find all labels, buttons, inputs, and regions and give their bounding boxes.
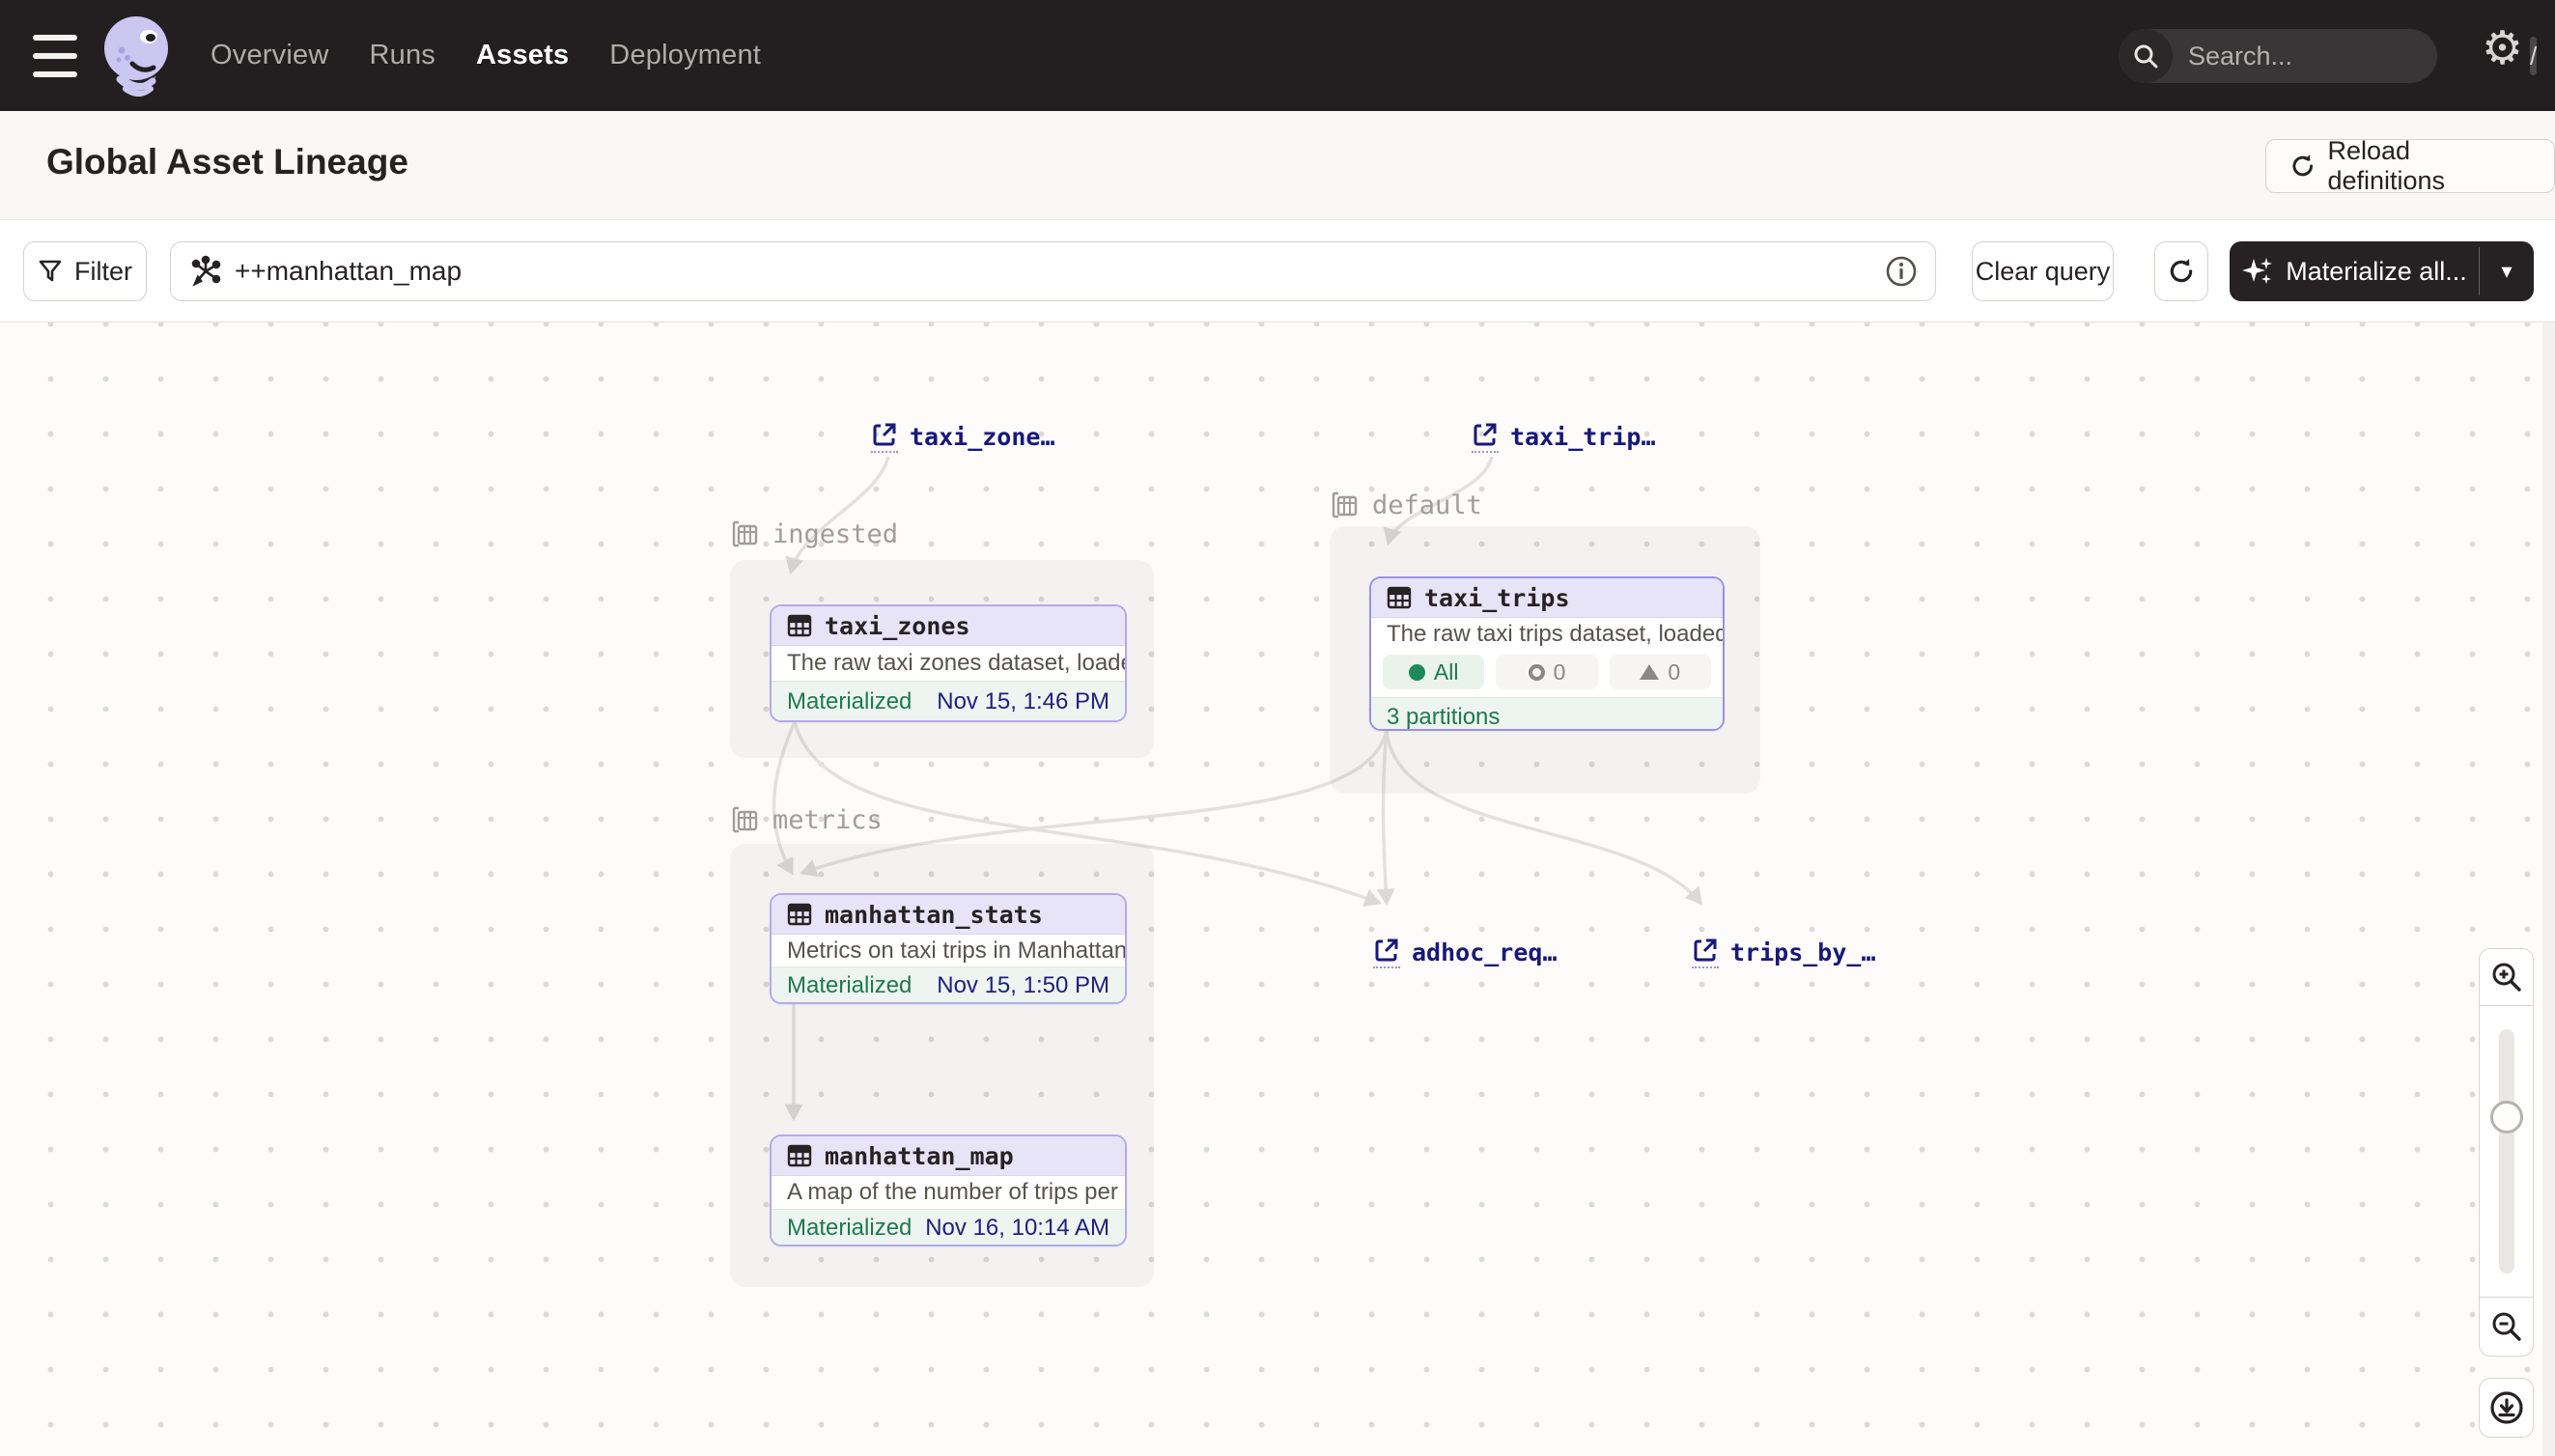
materialize-all-button[interactable]: Materialize all... bbox=[2230, 241, 2479, 301]
download-icon bbox=[2488, 1389, 2525, 1426]
asset-name: manhattan_map bbox=[825, 1142, 1014, 1170]
partitions-missing-pill[interactable]: 0 bbox=[1496, 655, 1597, 689]
nav-item-assets[interactable]: Assets bbox=[476, 40, 569, 71]
asset-description: Metrics on taxi trips in Manhattan bbox=[772, 935, 1125, 966]
global-search[interactable]: / bbox=[2119, 29, 2437, 83]
asset-graph-query-icon bbox=[188, 254, 223, 289]
search-input[interactable] bbox=[2188, 42, 2530, 71]
zoom-slider[interactable] bbox=[2480, 1005, 2533, 1298]
asset-node-manhattan-map[interactable]: manhattan_map A map of the number of tri… bbox=[770, 1134, 1127, 1246]
partition-count: 3 partitions bbox=[1387, 704, 1500, 731]
asset-node-taxi-trips[interactable]: taxi_trips The raw taxi trips dataset, l… bbox=[1369, 576, 1725, 731]
clear-query-button[interactable]: Clear query bbox=[1972, 241, 2114, 301]
vertical-scrollbar[interactable] bbox=[2542, 322, 2555, 1456]
external-asset-taxi-trip[interactable]: taxi_trip… bbox=[1472, 421, 1656, 453]
table-icon bbox=[787, 902, 812, 927]
settings-gear-icon[interactable]: ⚙ bbox=[2482, 21, 2523, 75]
table-icon bbox=[787, 1143, 812, 1168]
zoom-slider-track bbox=[2499, 1029, 2514, 1274]
search-shortcut-badge: / bbox=[2530, 37, 2537, 75]
group-label-default[interactable]: default bbox=[1330, 490, 1482, 520]
external-link-icon bbox=[1373, 937, 1400, 968]
external-link-icon bbox=[1472, 421, 1499, 453]
zoom-slider-thumb[interactable] bbox=[2490, 1101, 2523, 1134]
nav-item-deployment[interactable]: Deployment bbox=[609, 40, 761, 71]
status-badge: Materialized bbox=[787, 1215, 912, 1242]
group-table-icon bbox=[1330, 491, 1359, 520]
top-nav-bar: Overview Runs Assets Deployment / ⚙ bbox=[0, 0, 2555, 111]
reload-definitions-button[interactable]: Reload definitions bbox=[2265, 139, 2555, 193]
sparkle-icon bbox=[2241, 255, 2274, 288]
status-badge: Materialized bbox=[787, 972, 912, 999]
materialize-dropdown-caret[interactable]: ▾ bbox=[2480, 241, 2534, 301]
table-icon bbox=[787, 613, 812, 638]
zoom-in-icon bbox=[2490, 961, 2523, 994]
funnel-icon bbox=[38, 259, 63, 284]
external-link-icon bbox=[1692, 937, 1719, 968]
external-link-icon bbox=[871, 421, 898, 453]
materialized-timestamp: Nov 15, 1:50 PM bbox=[937, 972, 1109, 999]
group-table-icon bbox=[730, 520, 759, 549]
asset-description: The raw taxi zones dataset, loaded int..… bbox=[772, 646, 1125, 681]
asset-description: The raw taxi trips dataset, loaded into … bbox=[1371, 618, 1723, 651]
query-info-icon[interactable] bbox=[1885, 255, 1918, 288]
zoom-controls bbox=[2479, 948, 2534, 1357]
nav-item-runs[interactable]: Runs bbox=[369, 40, 435, 71]
external-asset-trips-by[interactable]: trips_by_… bbox=[1692, 937, 1876, 968]
external-asset-adhoc-req[interactable]: adhoc_req… bbox=[1373, 937, 1558, 968]
download-view-button[interactable] bbox=[2479, 1378, 2534, 1438]
zoom-out-button[interactable] bbox=[2480, 1298, 2533, 1356]
asset-lineage-canvas[interactable]: ingested default metrics taxi_zone… bbox=[0, 322, 2555, 1456]
materialized-timestamp: Nov 16, 10:14 AM bbox=[925, 1215, 1109, 1242]
search-icon bbox=[2119, 29, 2173, 83]
nav-item-overview[interactable]: Overview bbox=[211, 40, 328, 71]
table-icon bbox=[1387, 585, 1412, 610]
missing-ring-icon bbox=[1529, 664, 1545, 681]
zoom-out-icon bbox=[2490, 1310, 2523, 1343]
group-label-metrics[interactable]: metrics bbox=[730, 805, 883, 835]
partitions-all-pill[interactable]: All bbox=[1383, 655, 1484, 689]
asset-selection-input-wrap bbox=[170, 241, 1936, 301]
partitions-failed-pill[interactable]: 0 bbox=[1610, 655, 1711, 689]
external-asset-taxi-zone[interactable]: taxi_zone… bbox=[871, 421, 1055, 453]
lineage-edges bbox=[0, 322, 2555, 1456]
materialized-timestamp: Nov 15, 1:46 PM bbox=[937, 688, 1109, 715]
lineage-toolbar: Filter Clear query bbox=[0, 220, 2555, 322]
group-label-ingested[interactable]: ingested bbox=[730, 519, 898, 549]
reload-icon bbox=[2289, 153, 2316, 180]
asset-selection-input[interactable] bbox=[235, 256, 1885, 287]
dagster-logo-icon[interactable] bbox=[100, 12, 176, 97]
asset-node-manhattan-stats[interactable]: manhattan_stats Metrics on taxi trips in… bbox=[770, 893, 1127, 1004]
filter-button[interactable]: Filter bbox=[23, 241, 147, 301]
asset-name: taxi_zones bbox=[825, 612, 970, 640]
page-title: Global Asset Lineage bbox=[46, 142, 408, 182]
materialize-all-split-button: Materialize all... ▾ bbox=[2230, 241, 2534, 301]
asset-node-taxi-zones[interactable]: taxi_zones The raw taxi zones dataset, l… bbox=[770, 604, 1127, 722]
warning-triangle-icon bbox=[1640, 664, 1659, 680]
page-header: Global Asset Lineage Reload definitions bbox=[0, 111, 2555, 220]
asset-name: taxi_trips bbox=[1424, 584, 1570, 612]
group-table-icon bbox=[730, 806, 759, 835]
success-dot-icon bbox=[1409, 664, 1425, 681]
asset-description: A map of the number of trips per taxi z.… bbox=[772, 1176, 1125, 1209]
refresh-icon bbox=[2167, 257, 2196, 286]
refresh-graph-button[interactable] bbox=[2154, 241, 2208, 301]
nav-links: Overview Runs Assets Deployment bbox=[211, 0, 761, 111]
partition-health-row: All 0 0 bbox=[1371, 651, 1723, 697]
zoom-in-button[interactable] bbox=[2480, 949, 2533, 1005]
status-badge: Materialized bbox=[787, 688, 912, 715]
asset-name: manhattan_stats bbox=[825, 901, 1043, 929]
hamburger-menu-icon[interactable] bbox=[33, 35, 81, 77]
